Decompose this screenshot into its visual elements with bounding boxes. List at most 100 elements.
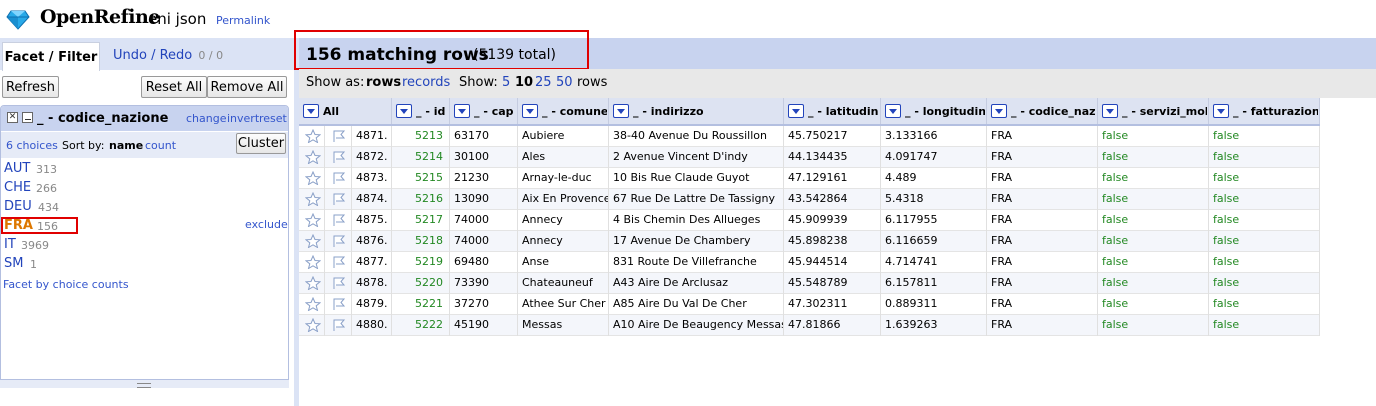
cell-latitudine[interactable]: 47.81866 [784, 315, 881, 336]
row-number[interactable]: 4873. [352, 168, 392, 189]
cell-codice-nazione[interactable]: FRA [987, 294, 1098, 315]
cell-cap[interactable]: 13090 [450, 189, 518, 210]
cell-longitudine[interactable]: 1.639263 [881, 315, 987, 336]
cell-codice-nazione[interactable]: FRA [987, 189, 1098, 210]
project-name[interactable]: eni json [148, 10, 206, 28]
cell-id[interactable]: 5221 [392, 294, 450, 315]
row-number[interactable]: 4876. [352, 231, 392, 252]
page-size-5[interactable]: 5 [502, 75, 510, 90]
facet-choice-item[interactable]: SM 1 [0, 255, 287, 274]
permalink-link[interactable]: Permalink [216, 14, 270, 27]
column-header-codice-nazione[interactable]: _ - codice_nazio [987, 98, 1098, 124]
page-size-10[interactable]: 10 [515, 75, 533, 90]
cell-indirizzo[interactable]: A10 Aire De Beaugency Messas* [609, 315, 784, 336]
cell-latitudine[interactable]: 43.542864 [784, 189, 881, 210]
column-header-all[interactable]: All [299, 98, 392, 124]
facet-choice-item[interactable]: CHE 266 [0, 179, 287, 198]
cell-codice-nazione[interactable]: FRA [987, 168, 1098, 189]
column-menu-dropdown-icon[interactable] [454, 104, 470, 118]
cell-comune[interactable]: Aubiere [518, 126, 609, 147]
cell-codice-nazione[interactable]: FRA [987, 273, 1098, 294]
cell-longitudine[interactable]: 4.489 [881, 168, 987, 189]
tab-undo-redo[interactable]: Undo / Redo 0 / 0 [113, 48, 223, 63]
page-size-25[interactable]: 25 [535, 75, 552, 90]
cell-servizi-mobili[interactable]: false [1098, 168, 1209, 189]
flag-icon[interactable] [331, 171, 347, 185]
column-header-servizi-mobili[interactable]: _ - servizi_mobil [1098, 98, 1209, 124]
flag-icon[interactable] [331, 150, 347, 164]
cell-fatturazione[interactable]: false [1209, 231, 1320, 252]
column-header-longitudine[interactable]: _ - longitudine [881, 98, 987, 124]
facet-choice-name[interactable]: CHE [4, 180, 31, 195]
page-size-50[interactable]: 50 [556, 75, 573, 90]
cell-comune[interactable]: Athee Sur Cher [518, 294, 609, 315]
column-menu-dropdown-icon[interactable] [1213, 104, 1229, 118]
sort-by-count-link[interactable]: count [145, 139, 176, 152]
cell-longitudine[interactable]: 0.889311 [881, 294, 987, 315]
cell-cap[interactable]: 37270 [450, 294, 518, 315]
refresh-button[interactable]: Refresh [2, 76, 59, 98]
show-as-records-link[interactable]: records [402, 75, 450, 90]
facet-resize-handle[interactable] [0, 379, 289, 388]
row-number[interactable]: 4877. [352, 252, 392, 273]
star-icon[interactable] [305, 129, 321, 143]
cell-latitudine[interactable]: 45.750217 [784, 126, 881, 147]
column-header-latitudine[interactable]: _ - latitudine [784, 98, 881, 124]
cell-servizi-mobili[interactable]: false [1098, 252, 1209, 273]
star-icon[interactable] [305, 276, 321, 290]
cell-id[interactable]: 5213 [392, 126, 450, 147]
cell-servizi-mobili[interactable]: false [1098, 273, 1209, 294]
cell-fatturazione[interactable]: false [1209, 252, 1320, 273]
star-icon[interactable] [305, 171, 321, 185]
cell-latitudine[interactable]: 47.129161 [784, 168, 881, 189]
app-name[interactable]: OpenRefine [40, 6, 160, 28]
cell-longitudine[interactable]: 3.133166 [881, 126, 987, 147]
cell-indirizzo[interactable]: 10 Bis Rue Claude Guyot [609, 168, 784, 189]
cell-fatturazione[interactable]: false [1209, 294, 1320, 315]
facet-by-choice-counts-link[interactable]: Facet by choice counts [3, 278, 129, 291]
cell-servizi-mobili[interactable]: false [1098, 147, 1209, 168]
facet-choice-item[interactable]: DEU 434 [0, 198, 287, 217]
cell-longitudine[interactable]: 5.4318 [881, 189, 987, 210]
cell-cap[interactable]: 21230 [450, 168, 518, 189]
star-icon[interactable] [305, 255, 321, 269]
cell-cap[interactable]: 69480 [450, 252, 518, 273]
cell-id[interactable]: 5214 [392, 147, 450, 168]
cell-servizi-mobili[interactable]: false [1098, 294, 1209, 315]
column-menu-dropdown-icon[interactable] [991, 104, 1007, 118]
cell-latitudine[interactable]: 45.944514 [784, 252, 881, 273]
cell-cap[interactable]: 45190 [450, 315, 518, 336]
openrefine-diamond-icon[interactable] [6, 10, 30, 34]
cell-servizi-mobili[interactable]: false [1098, 126, 1209, 147]
column-header-indirizzo[interactable]: _ - indirizzo [609, 98, 784, 124]
cell-cap[interactable]: 63170 [450, 126, 518, 147]
column-menu-dropdown-icon[interactable] [788, 104, 804, 118]
cell-longitudine[interactable]: 6.157811 [881, 273, 987, 294]
cell-codice-nazione[interactable]: FRA [987, 126, 1098, 147]
flag-icon[interactable] [331, 213, 347, 227]
cell-id[interactable]: 5216 [392, 189, 450, 210]
remove-all-button[interactable]: Remove All [207, 76, 287, 98]
cell-id[interactable]: 5222 [392, 315, 450, 336]
star-icon[interactable] [305, 150, 321, 164]
star-icon[interactable] [305, 318, 321, 332]
flag-icon[interactable] [331, 234, 347, 248]
cell-fatturazione[interactable]: false [1209, 210, 1320, 231]
cell-indirizzo[interactable]: A43 Aire De Arclusaz [609, 273, 784, 294]
reset-all-button[interactable]: Reset All [141, 76, 207, 98]
cell-comune[interactable]: Annecy [518, 210, 609, 231]
flag-icon[interactable] [331, 129, 347, 143]
row-number[interactable]: 4879. [352, 294, 392, 315]
cell-latitudine[interactable]: 44.134435 [784, 147, 881, 168]
cell-id[interactable]: 5217 [392, 210, 450, 231]
cell-comune[interactable]: Ales [518, 147, 609, 168]
row-number[interactable]: 4875. [352, 210, 392, 231]
cell-fatturazione[interactable]: false [1209, 147, 1320, 168]
exclude-link[interactable]: exclude [245, 218, 288, 231]
row-number[interactable]: 4871. [352, 126, 392, 147]
cell-fatturazione[interactable]: false [1209, 126, 1320, 147]
facet-choice-name[interactable]: AUT [4, 161, 30, 176]
cell-comune[interactable]: Messas [518, 315, 609, 336]
row-number[interactable]: 4880. [352, 315, 392, 336]
choices-count-link[interactable]: 6 choices [6, 139, 58, 152]
